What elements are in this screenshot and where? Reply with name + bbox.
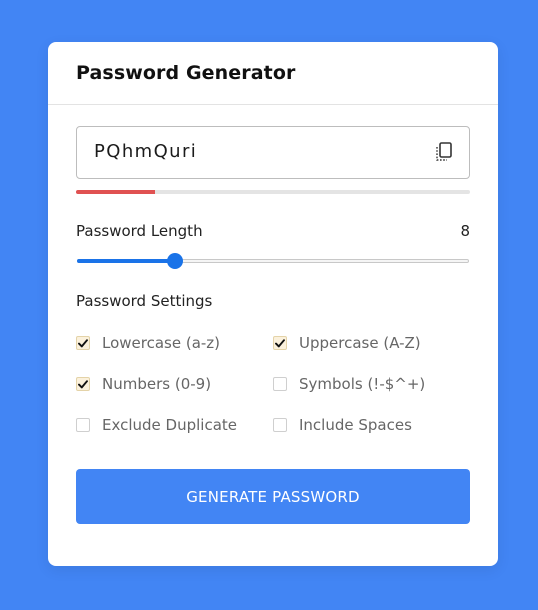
include-spaces-checkbox[interactable] bbox=[273, 418, 287, 432]
option-symbols[interactable]: Symbols (!-$^+) bbox=[273, 374, 425, 394]
option-numbers[interactable]: Numbers (0-9) bbox=[76, 374, 211, 394]
lowercase-label: Lowercase (a-z) bbox=[102, 334, 221, 352]
numbers-checkbox[interactable] bbox=[76, 377, 90, 391]
password-strength-bar bbox=[76, 190, 470, 194]
password-value[interactable]: PQhmQuri bbox=[94, 141, 197, 162]
exclude-duplicate-checkbox[interactable] bbox=[76, 418, 90, 432]
option-lowercase[interactable]: Lowercase (a-z) bbox=[76, 333, 220, 353]
card-title: Password Generator bbox=[76, 62, 296, 84]
password-length-label: Password Length bbox=[76, 222, 203, 240]
exclude-duplicate-label: Exclude Duplicate bbox=[102, 416, 237, 434]
option-include-spaces[interactable]: Include Spaces bbox=[273, 415, 412, 435]
password-output-field[interactable]: PQhmQuri bbox=[76, 126, 470, 179]
include-spaces-label: Include Spaces bbox=[299, 416, 412, 434]
uppercase-label: Uppercase (A-Z) bbox=[299, 334, 421, 352]
uppercase-checkbox[interactable] bbox=[273, 336, 287, 350]
password-settings-title: Password Settings bbox=[76, 292, 213, 310]
password-generator-card: Password Generator PQhmQuri Password Len… bbox=[48, 42, 498, 566]
option-uppercase[interactable]: Uppercase (A-Z) bbox=[273, 333, 421, 353]
slider-thumb[interactable] bbox=[167, 253, 183, 269]
password-strength-fill bbox=[76, 190, 155, 194]
password-length-row: Password Length 8 bbox=[76, 222, 470, 240]
password-length-value: 8 bbox=[460, 222, 470, 240]
card-header: Password Generator bbox=[48, 42, 498, 105]
password-length-slider[interactable] bbox=[76, 252, 470, 270]
symbols-label: Symbols (!-$^+) bbox=[299, 375, 426, 393]
copy-icon[interactable] bbox=[434, 141, 454, 163]
lowercase-checkbox[interactable] bbox=[76, 336, 90, 350]
numbers-label: Numbers (0-9) bbox=[102, 375, 212, 393]
symbols-checkbox[interactable] bbox=[273, 377, 287, 391]
option-exclude-duplicate[interactable]: Exclude Duplicate bbox=[76, 415, 237, 435]
generate-password-button[interactable]: GENERATE PASSWORD bbox=[76, 469, 470, 524]
slider-fill bbox=[77, 259, 175, 263]
